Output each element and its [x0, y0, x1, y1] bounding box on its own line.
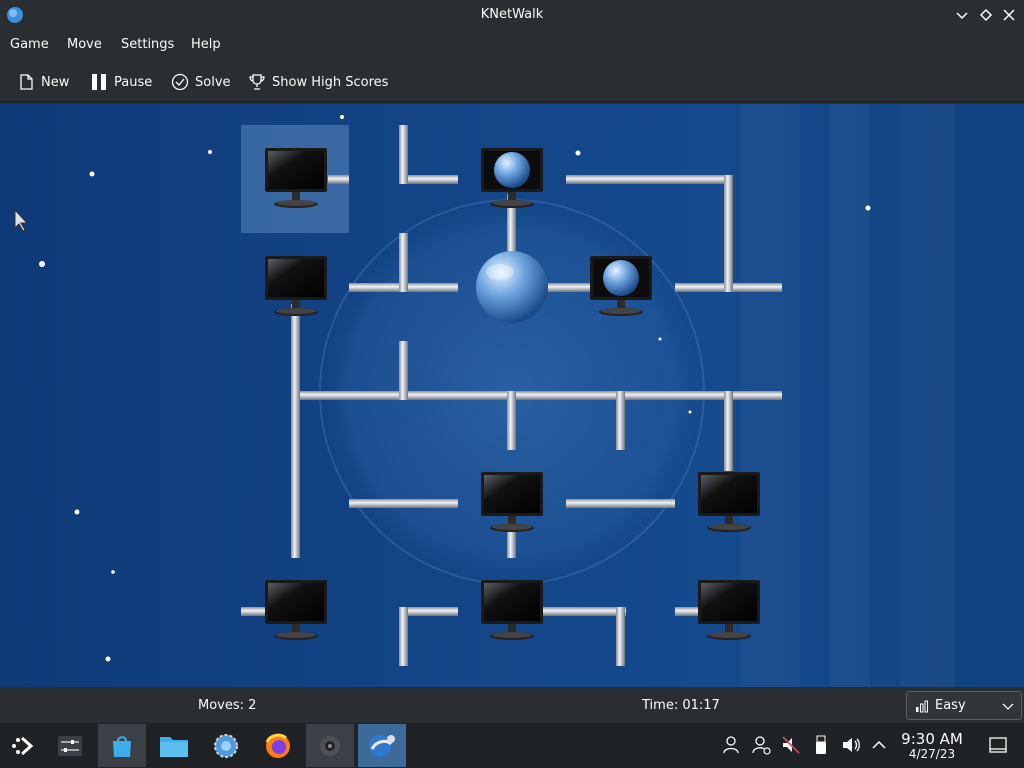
- toolbar: New Pause Solve Show High Scores: [0, 62, 1024, 102]
- system-settings-task[interactable]: [46, 724, 94, 767]
- camera-icon: [320, 735, 340, 756]
- computer-terminal[interactable]: [265, 580, 327, 640]
- show-high-scores-button[interactable]: Show High Scores: [248, 70, 388, 94]
- solve-label: Solve: [195, 74, 231, 90]
- elapsed-time: Time: 01:17: [642, 698, 720, 713]
- new-button[interactable]: New: [17, 70, 69, 94]
- gear-globe-icon: [214, 733, 238, 758]
- window-title: KNetWalk: [480, 7, 544, 22]
- firefox-icon: [265, 733, 290, 758]
- trophy-icon: [249, 74, 265, 90]
- microphone-muted-icon[interactable]: [781, 735, 801, 755]
- menu-bar: Game Move Settings Help: [0, 30, 1024, 60]
- menu-move[interactable]: Move: [67, 37, 102, 52]
- steamdeck-launcher-icon: [12, 736, 34, 755]
- difficulty-value: Easy: [935, 698, 966, 713]
- menu-settings[interactable]: Settings: [121, 37, 174, 52]
- new-label: New: [41, 74, 70, 90]
- application-launcher-button[interactable]: [0, 724, 48, 767]
- moves-counter: Moves: 2: [198, 698, 257, 713]
- knetwalk-icon: [369, 734, 395, 757]
- pause-label: Pause: [114, 74, 153, 90]
- discover-store-task[interactable]: [98, 724, 146, 767]
- difficulty-select[interactable]: Easy: [906, 691, 1022, 720]
- user-icon[interactable]: [721, 735, 741, 755]
- solve-button[interactable]: Solve: [171, 70, 231, 94]
- volume-icon[interactable]: [841, 735, 861, 755]
- minimize-icon[interactable]: [953, 6, 971, 24]
- menu-help[interactable]: Help: [191, 37, 221, 52]
- usb-device-icon[interactable]: [811, 735, 831, 755]
- user-switch-icon[interactable]: [751, 735, 771, 755]
- difficulty-bars-icon: [916, 700, 928, 712]
- screenshot-task[interactable]: [306, 724, 354, 767]
- check-circle-icon: [171, 73, 189, 91]
- file-manager-task[interactable]: [150, 724, 198, 767]
- firefox-task[interactable]: [254, 724, 302, 767]
- chevron-down-icon: [1002, 703, 1014, 710]
- shopping-bag-icon: [113, 735, 131, 757]
- taskbar: 9:30 AM 4/27/23: [0, 723, 1024, 768]
- maximize-icon[interactable]: [977, 6, 995, 24]
- computer-terminal[interactable]: [265, 256, 327, 316]
- close-icon[interactable]: [1000, 6, 1018, 24]
- settings-task[interactable]: [202, 724, 250, 767]
- show-high-scores-label: Show High Scores: [272, 74, 389, 90]
- new-document-icon: [20, 74, 33, 90]
- show-desktop-icon[interactable]: [988, 735, 1008, 755]
- status-bar: Moves: 2 Time: 01:17 Easy: [0, 687, 1024, 723]
- board-canvas: [14, 104, 871, 687]
- folder-icon: [160, 736, 188, 757]
- pause-icon: [92, 74, 106, 90]
- pause-button[interactable]: Pause: [90, 70, 152, 94]
- sliders-icon: [58, 735, 82, 756]
- chevron-up-icon[interactable]: [869, 735, 889, 755]
- title-bar: KNetWalk: [0, 0, 1024, 30]
- digital-clock[interactable]: 9:30 AM 4/27/23: [896, 731, 968, 761]
- game-board[interactable]: [0, 104, 1024, 687]
- mouse-cursor-icon: [14, 208, 29, 232]
- clock-time: 9:30 AM: [901, 730, 963, 748]
- computer-terminal[interactable]: [481, 580, 543, 640]
- clock-date: 4/27/23: [908, 747, 956, 761]
- knetwalk-task[interactable]: [358, 724, 406, 767]
- menu-game[interactable]: Game: [10, 37, 49, 52]
- connected-terminal[interactable]: [481, 148, 543, 208]
- central-server-globe[interactable]: [476, 251, 548, 323]
